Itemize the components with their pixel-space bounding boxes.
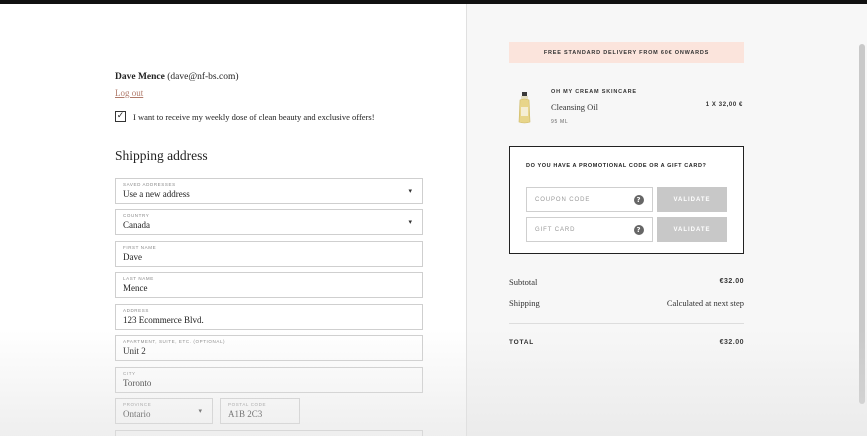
gift-card-placeholder: GIFT CARD: [535, 226, 576, 233]
field-value: Toronto: [123, 378, 152, 388]
product-thumbnail: [518, 92, 531, 124]
field-label: CITY: [123, 371, 136, 376]
next-field-partial[interactable]: [115, 430, 423, 436]
field-value: A1B 2C3: [228, 409, 263, 419]
saved-addresses-select[interactable]: SAVED ADDRESSES Use a new address ▾: [115, 178, 423, 204]
field-label: POSTAL CODE: [228, 402, 267, 407]
last-name-field[interactable]: LAST NAME Mence: [115, 272, 423, 298]
shipping-value: Calculated at next step: [666, 298, 744, 308]
help-icon[interactable]: ?: [634, 195, 644, 205]
chevron-down-icon: ▾: [198, 407, 202, 415]
first-name-field[interactable]: FIRST NAME Dave: [115, 241, 423, 267]
promo-question: DO YOU HAVE A PROMOTIONAL CODE OR A GIFT…: [526, 163, 707, 169]
chevron-down-icon: ▾: [408, 187, 412, 195]
field-label: COUNTRY: [123, 213, 150, 218]
help-icon[interactable]: ?: [634, 225, 644, 235]
total-label: TOTAL: [509, 339, 535, 346]
account-line: Dave Mence (dave@nf-bs.com): [115, 72, 239, 82]
shipping-label: Shipping: [509, 298, 540, 308]
field-value: Canada: [123, 220, 150, 230]
field-label: FIRST NAME: [123, 245, 157, 250]
field-label: SAVED ADDRESSES: [123, 182, 176, 187]
postal-code-field[interactable]: POSTAL CODE A1B 2C3: [220, 398, 300, 424]
field-value: Dave: [123, 252, 142, 262]
product-volume: 95 ML: [551, 119, 569, 125]
validate-coupon-button[interactable]: VALIDATE: [657, 187, 727, 212]
validate-gift-card-button[interactable]: VALIDATE: [657, 217, 727, 242]
field-value: 123 Ecommerce Blvd.: [123, 315, 204, 325]
newsletter-checkbox[interactable]: ✓: [115, 111, 126, 122]
account-email: (dave@nf-bs.com): [167, 72, 239, 82]
chevron-down-icon: ▾: [408, 218, 412, 226]
total-value: €32.00: [719, 339, 744, 346]
summary-divider: [509, 323, 744, 324]
scrollbar[interactable]: [859, 44, 865, 404]
field-value: Ontario: [123, 409, 151, 419]
newsletter-optin[interactable]: ✓ I want to receive my weekly dose of cl…: [115, 111, 375, 122]
field-label: APARTMENT, SUITE, ETC. (OPTIONAL): [123, 339, 226, 344]
subtotal-value: €32.00: [719, 278, 744, 285]
free-delivery-banner: FREE STANDARD DELIVERY FROM 60€ ONWARDS: [509, 42, 744, 63]
product-brand: OH MY CREAM SKINCARE: [551, 89, 637, 95]
account-name: Dave Mence: [115, 72, 165, 82]
gift-card-input[interactable]: GIFT CARD ?: [526, 217, 653, 242]
field-value: Use a new address: [123, 189, 190, 199]
country-select[interactable]: COUNTRY Canada ▾: [115, 209, 423, 235]
apartment-field[interactable]: APARTMENT, SUITE, ETC. (OPTIONAL) Unit 2: [115, 335, 423, 361]
field-label: PROVINCE: [123, 402, 152, 407]
product-qty-price: 1 X 32,00 €: [705, 102, 743, 108]
province-select[interactable]: PROVINCE Ontario ▾: [115, 398, 213, 424]
field-value: Unit 2: [123, 346, 146, 356]
field-value: Mence: [123, 283, 148, 293]
address-field[interactable]: ADDRESS 123 Ecommerce Blvd.: [115, 304, 423, 330]
newsletter-label: I want to receive my weekly dose of clea…: [133, 111, 375, 122]
field-label: ADDRESS: [123, 308, 149, 313]
field-label: LAST NAME: [123, 276, 154, 281]
coupon-code-input[interactable]: COUPON CODE ?: [526, 187, 653, 212]
product-name: Cleansing Oil: [551, 102, 598, 112]
coupon-placeholder: COUPON CODE: [535, 196, 591, 203]
logout-link[interactable]: Log out: [115, 88, 143, 98]
shipping-address-title: Shipping address: [115, 148, 208, 163]
city-field[interactable]: CITY Toronto: [115, 367, 423, 393]
subtotal-label: Subtotal: [509, 277, 538, 287]
